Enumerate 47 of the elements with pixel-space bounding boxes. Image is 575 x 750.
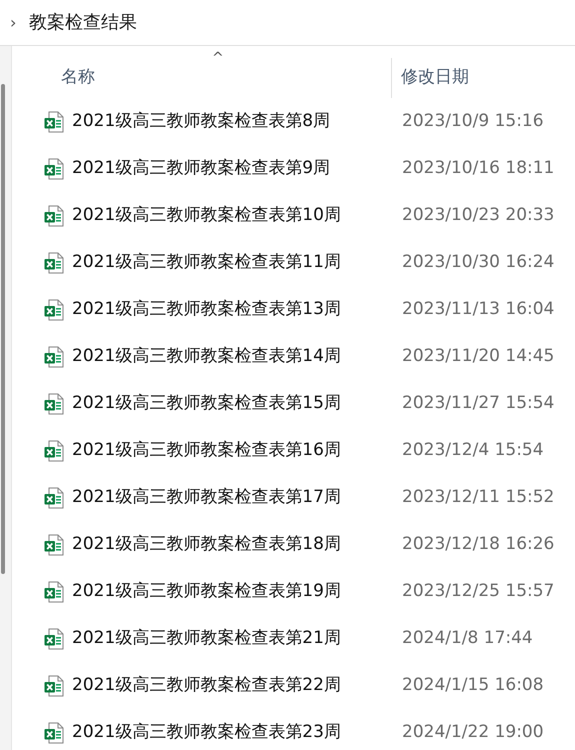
file-name[interactable]: 2021级高三教师教案检查表第9周 [72,156,330,182]
spreadsheet-file-icon [44,158,64,180]
modified-date: 2023/10/30 16:24 [401,250,554,274]
spreadsheet-file-icon [44,534,64,556]
file-name[interactable]: 2021级高三教师教案检查表第22周 [72,672,341,698]
spreadsheet-file-icon [44,440,64,462]
file-name[interactable]: 2021级高三教师教案检查表第23周 [72,720,341,746]
modified-date: 2023/10/16 18:11 [401,156,554,180]
modified-date: 2023/11/20 14:45 [401,344,554,368]
modified-date: 2023/10/9 15:16 [401,110,544,133]
column-header[interactable]: 名称 [12,58,392,98]
file-name[interactable]: 2021级高三教师教案检查表第14周 [72,344,341,370]
file-name[interactable]: 2021级高三教师教案检查表第15周 [72,390,341,416]
spreadsheet-file-icon [44,392,64,414]
modified-date: 2023/10/23 20:33 [401,204,554,227]
file-name[interactable]: 2021级高三教师教案检查表第13周 [72,296,341,322]
file-name[interactable]: 2021级高三教师教案检查表第10周 [72,202,341,228]
file-name[interactable]: 2021级高三教师教案检查表第17周 [72,484,341,510]
spreadsheet-file-icon [44,204,64,226]
file-name[interactable]: 2021级高三教师教案检查表第19周 [72,578,341,604]
modified-date: 2023/12/25 15:57 [401,580,554,603]
file-name[interactable]: 2021级高三教师教案检查表第11周 [72,250,341,276]
spreadsheet-file-icon [44,110,64,132]
spreadsheet-file-icon [44,722,64,744]
modified-date: 2023/12/11 15:52 [401,486,554,509]
modified-date: 2023/12/18 16:26 [401,532,554,556]
spreadsheet-file-icon [44,346,64,368]
spreadsheet-file-icon [44,628,64,650]
modified-date: 2023/11/13 16:04 [401,298,554,321]
spreadsheet-file-icon [44,252,64,274]
modified-date: 2023/12/4 15:54 [401,438,544,462]
chevron-icon[interactable]: › [10,10,22,34]
file-name[interactable]: 2021级高三教师教案检查表第18周 [72,532,341,558]
scrollbar-thumb[interactable] [1,84,5,574]
file-name[interactable]: 2021级高三教师教案检查表第16周 [72,438,341,464]
spreadsheet-file-icon [44,298,64,320]
modified-date: 2024/1/8 17:44 [401,626,533,650]
file-name[interactable]: 2021级高三教师教案检查表第8周 [72,108,330,134]
modified-date: 2023/11/27 15:54 [401,392,554,415]
modified-date: 2024/1/15 16:08 [401,674,544,697]
spreadsheet-file-icon [44,486,64,508]
modified-date: 2024/1/22 19:00 [401,720,544,744]
column-header[interactable]: 修改日期 [392,58,575,98]
spreadsheet-file-icon [44,580,64,602]
spreadsheet-file-icon [44,674,64,696]
file-name[interactable]: 2021级高三教师教案检查表第21周 [72,626,341,652]
folder-title: 教案检查结果 [29,11,137,35]
